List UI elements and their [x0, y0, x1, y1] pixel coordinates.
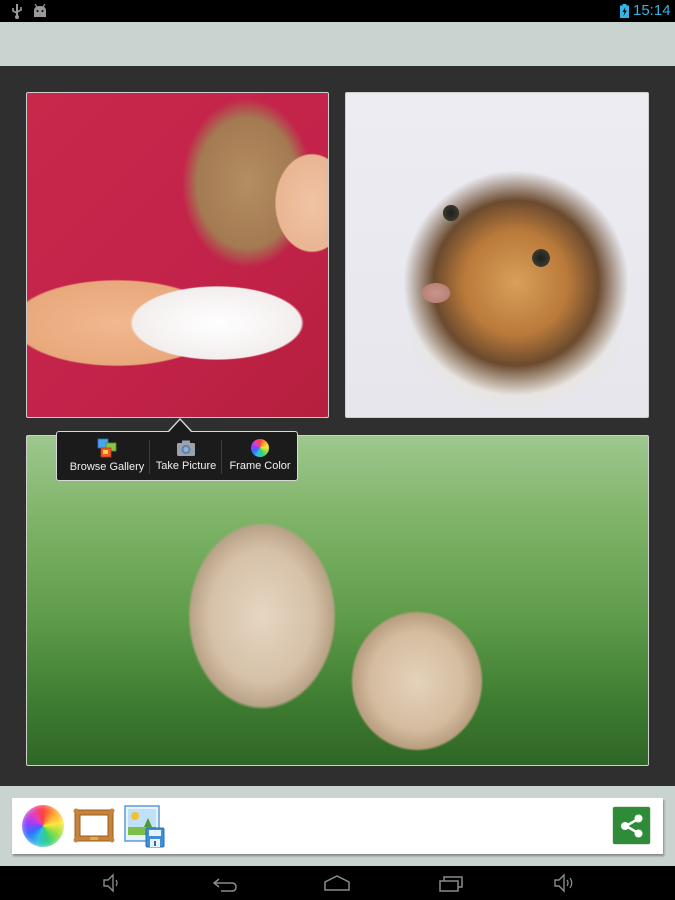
save-image-button[interactable] — [124, 805, 166, 849]
share-button[interactable] — [613, 807, 650, 844]
frame-style-button[interactable] — [73, 807, 115, 845]
volume-up-icon[interactable] — [551, 872, 579, 894]
gallery-icon — [97, 438, 117, 458]
action-bar — [0, 22, 675, 66]
photo-two-rabbits[interactable] — [26, 435, 649, 766]
back-icon[interactable] — [211, 872, 239, 894]
recent-apps-icon[interactable] — [437, 872, 465, 894]
browse-gallery-label: Browse Gallery — [69, 461, 145, 473]
clock-time: 15:14 — [633, 2, 671, 19]
popup-divider — [221, 440, 222, 474]
status-bar: 15:14 — [0, 0, 675, 22]
save-image-icon — [124, 805, 165, 848]
picture-frame-icon — [73, 808, 115, 843]
share-icon — [620, 814, 642, 837]
take-picture-button[interactable]: Take Picture — [149, 432, 223, 480]
frame-color-button[interactable]: Frame Color — [223, 432, 297, 480]
browse-gallery-button[interactable]: Browse Gallery — [63, 432, 151, 480]
photo-action-popup: Browse Gallery Take Picture Frame Color — [56, 431, 298, 481]
photo-tiger-cub[interactable] — [345, 92, 649, 418]
photo-woman-red-background[interactable] — [26, 92, 329, 418]
camera-icon — [177, 440, 195, 456]
android-debug-icon — [34, 4, 46, 17]
color-wheel-icon — [251, 439, 269, 457]
frame-color-label: Frame Color — [229, 460, 291, 472]
take-picture-label: Take Picture — [155, 460, 217, 472]
battery-charging-icon — [620, 4, 629, 18]
navigation-bar — [0, 866, 675, 900]
popup-pointer-fill — [169, 420, 191, 432]
volume-down-icon[interactable] — [98, 872, 126, 894]
background-color-button[interactable] — [22, 805, 64, 847]
usb-icon — [12, 4, 22, 19]
home-icon[interactable] — [323, 872, 351, 894]
